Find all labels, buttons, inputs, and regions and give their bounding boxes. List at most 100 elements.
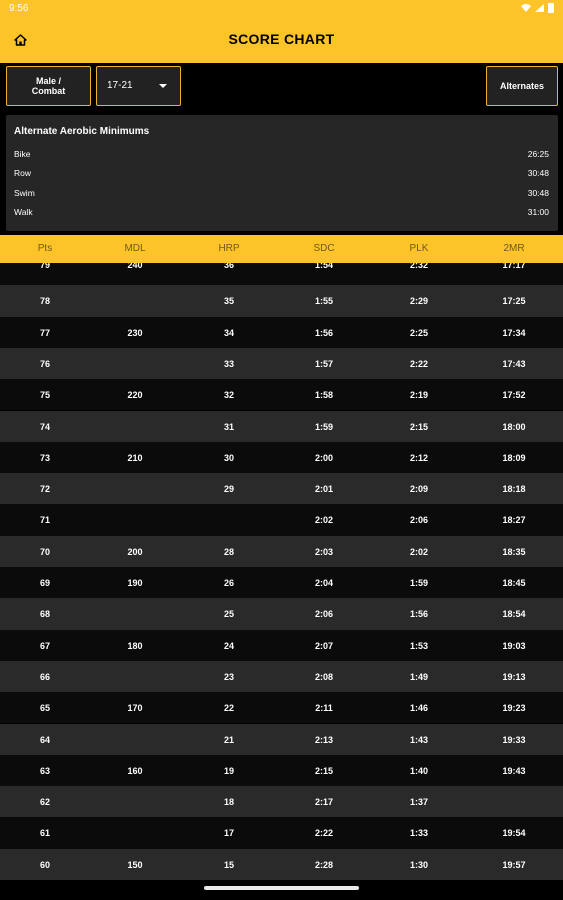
column-header: MDL <box>124 243 146 254</box>
table-cell: 32 <box>223 390 234 401</box>
table-cell: 1:49 <box>409 671 428 682</box>
table-cell: 19:54 <box>502 828 526 839</box>
table-cell: 18:09 <box>502 452 526 463</box>
status-bar: 9:56 <box>0 0 563 18</box>
table-cell: 18:35 <box>502 546 526 557</box>
aerobic-label: Bike <box>14 149 31 159</box>
table-cell: 1:53 <box>409 640 428 651</box>
table-cell: 35 <box>223 296 234 307</box>
table-row: 75 220 32 1:58 2:19 17:52 <box>0 379 563 411</box>
aerobic-label: Row <box>14 168 32 178</box>
table-cell: 19:33 <box>502 734 526 745</box>
table-row: 78 35 1:55 2:29 17:25 <box>0 285 563 317</box>
table-cell: 2:07 <box>314 640 333 651</box>
table-cell: 28 <box>223 546 234 557</box>
table-cell: 75 <box>39 390 50 401</box>
filter-bar: Male / Combat 17-21 Alternates <box>0 63 563 111</box>
table-cell: 2:15 <box>409 421 428 432</box>
score-table-header: Pts MDL HRP SDC PLK 2MR <box>0 235 563 263</box>
table-cell: 2:04 <box>314 578 333 588</box>
table-row: 68 25 2:06 1:56 18:54 <box>0 598 563 630</box>
table-cell: 17:17 <box>502 263 526 270</box>
table-cell: 22 <box>223 703 234 714</box>
alternate-aerobic-panel: Alternate Aerobic Minimums Bike 26:25 Ro… <box>6 115 558 231</box>
table-cell: 220 <box>127 390 143 401</box>
table-cell: 61 <box>39 828 50 839</box>
table-row: 61 17 2:22 1:33 19:54 <box>0 817 563 849</box>
table-cell: 2:09 <box>409 484 428 495</box>
score-table-body[interactable]: 79 240 36 1:54 2:32 17:17 78 35 1:55 2:29 17:25 77 2… <box>0 263 563 883</box>
aerobic-label: Walk <box>14 207 33 217</box>
table-cell: 72 <box>39 484 50 495</box>
column-header: Pts <box>37 243 53 254</box>
table-cell: 1:58 <box>314 390 333 401</box>
table-cell: 1:55 <box>314 296 333 307</box>
table-cell: 1:56 <box>409 609 428 620</box>
table-row: 73 210 30 2:00 2:12 18:09 <box>0 441 563 474</box>
table-cell: 19:43 <box>502 765 526 776</box>
table-cell: 19:13 <box>502 671 526 682</box>
alternates-button[interactable]: Alternates <box>486 66 558 106</box>
table-cell: 200 <box>127 546 143 557</box>
table-cell: 1:40 <box>409 765 428 776</box>
aerobic-value: 30:48 <box>527 188 549 198</box>
table-cell: 63 <box>39 765 50 776</box>
aerobic-row: Swim 30:48 <box>14 188 549 202</box>
table-cell: 190 <box>127 578 143 588</box>
aerobic-label: Swim <box>14 188 35 198</box>
gender-category-button[interactable]: Male / Combat <box>6 66 91 106</box>
table-row: 74 31 1:59 2:15 18:00 <box>0 410 563 442</box>
table-cell: 2:03 <box>314 546 333 557</box>
gesture-home-bar[interactable] <box>204 886 359 890</box>
table-cell: 69 <box>39 578 50 588</box>
table-cell: 2:06 <box>314 609 333 620</box>
table-cell: 78 <box>39 296 50 307</box>
table-cell: 77 <box>39 327 50 338</box>
table-cell: 34 <box>223 327 234 338</box>
table-cell: 2:13 <box>314 734 333 745</box>
status-time: 9:56 <box>9 3 29 14</box>
table-cell: 19:23 <box>502 703 526 714</box>
age-group-value: 17-21 <box>107 80 133 91</box>
table-cell: 2:11 <box>315 703 333 714</box>
table-cell: 26 <box>223 578 234 588</box>
table-cell: 30 <box>223 452 234 463</box>
table-cell: 2:02 <box>409 546 428 557</box>
table-cell: 36 <box>223 263 234 270</box>
table-cell: 2:08 <box>314 671 333 682</box>
aerobic-row: Bike 26:25 <box>14 149 549 163</box>
column-header: PLK <box>409 243 429 254</box>
table-cell: 240 <box>127 263 143 270</box>
table-cell: 19:03 <box>502 640 526 651</box>
table-cell: 2:02 <box>314 515 333 526</box>
table-cell: 1:43 <box>409 734 428 745</box>
table-cell: 74 <box>39 421 50 432</box>
table-cell: 18 <box>223 797 234 808</box>
table-cell: 2:28 <box>314 859 333 870</box>
table-cell: 2:12 <box>409 452 428 463</box>
panel-title: Alternate Aerobic Minimums <box>14 126 150 137</box>
table-cell: 2:00 <box>314 452 333 463</box>
dropdown-caret-icon <box>159 84 167 88</box>
table-cell: 68 <box>39 609 50 620</box>
table-cell: 18:45 <box>502 578 526 588</box>
table-cell: 64 <box>39 734 50 745</box>
table-row: 62 18 2:17 1:37 <box>0 786 563 818</box>
table-row: 72 29 2:01 2:09 18:18 <box>0 473 563 505</box>
table-cell: 21 <box>223 734 234 745</box>
table-cell: 60 <box>39 859 50 870</box>
table-row: 65 170 22 2:11 1:46 19:23 <box>0 692 563 724</box>
table-cell: 1:59 <box>409 578 428 588</box>
table-cell: 150 <box>127 859 143 870</box>
table-cell: 18:54 <box>502 609 526 620</box>
table-cell: 230 <box>127 327 143 338</box>
page-title: SCORE CHART <box>228 31 335 47</box>
age-group-dropdown[interactable]: 17-21 <box>96 66 181 106</box>
table-cell: 160 <box>127 765 143 776</box>
wifi-icon <box>521 4 531 12</box>
table-cell: 1:46 <box>409 703 428 714</box>
table-cell: 2:22 <box>409 358 428 369</box>
table-cell: 1:33 <box>409 828 428 839</box>
table-cell: 17:52 <box>502 390 526 401</box>
table-cell: 1:37 <box>409 797 428 808</box>
